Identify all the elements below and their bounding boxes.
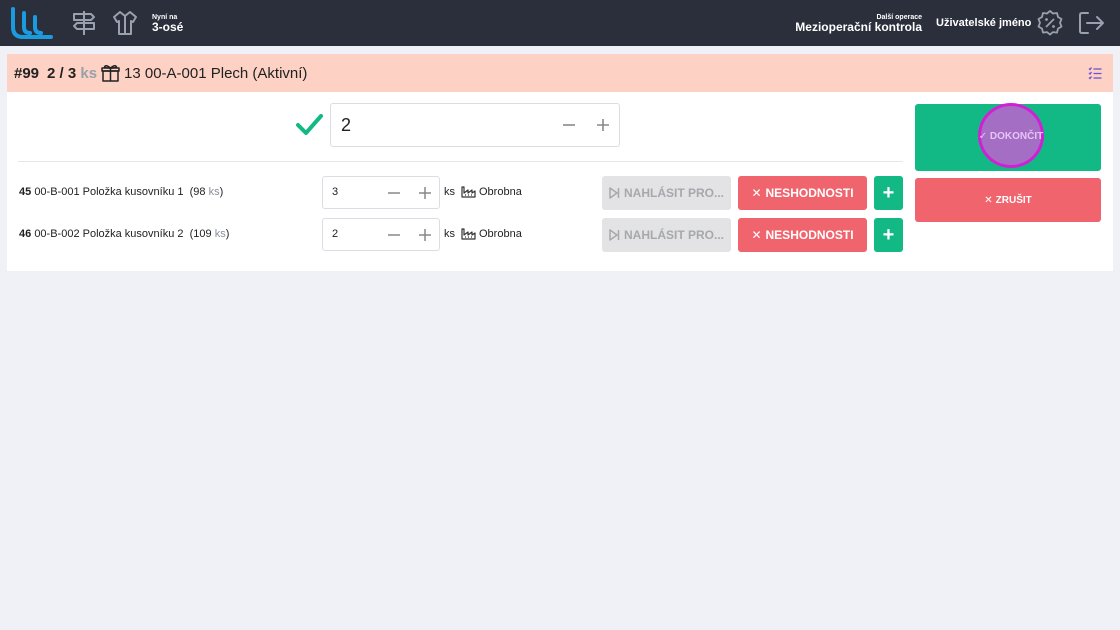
product-name: 13 00-A-001 Plech (Aktivní) xyxy=(124,65,308,82)
divider xyxy=(18,161,903,162)
bom-item-stock: (98 xyxy=(189,186,206,198)
report-problem-button[interactable]: NAHLÁSIT PRO... xyxy=(602,218,731,252)
plus-icon[interactable] xyxy=(415,183,435,203)
bom-item-stock-unit: ks xyxy=(214,228,226,240)
report-problem-label: NAHLÁSIT PRO... xyxy=(623,228,724,242)
skip-forward-icon xyxy=(609,229,620,241)
cancel-button-label: ZRUŠIT xyxy=(995,194,1032,206)
add-button[interactable]: + xyxy=(874,218,903,252)
checklist-icon[interactable] xyxy=(1088,66,1102,80)
main-quantity-input[interactable]: 2 xyxy=(330,103,620,147)
bom-item-name: 00-B-001 Položka kusovníku 1 xyxy=(34,186,184,198)
nonconformity-button[interactable]: ✕ NESHODNOSTI xyxy=(738,176,867,210)
order-quantity: 2 / 3 ks xyxy=(47,65,97,82)
order-number: #99 xyxy=(14,65,40,82)
signpost-icon[interactable] xyxy=(70,9,98,37)
plus-icon[interactable] xyxy=(593,115,613,135)
bom-item-quantity-input[interactable]: 3 xyxy=(322,176,440,209)
nonconformity-button[interactable]: ✕ NESHODNOSTI xyxy=(738,218,867,252)
skip-forward-icon xyxy=(609,187,620,199)
bom-item-stock-close: ) xyxy=(219,186,224,198)
bom-item-stock-close: ) xyxy=(225,228,230,240)
factory-icon xyxy=(461,186,476,198)
qty-separator: / xyxy=(59,65,64,82)
cancel-button[interactable]: ✕ ZRUŠIT xyxy=(915,178,1101,222)
close-icon: ✕ xyxy=(751,186,762,200)
top-bar: Nyní na 3-osé Další operace Mezioperační… xyxy=(0,0,1120,46)
minus-icon[interactable] xyxy=(384,183,404,203)
bom-item-quantity-value[interactable]: 2 xyxy=(332,228,338,240)
bom-item-unit: ks xyxy=(444,186,455,198)
settings-badge-icon[interactable] xyxy=(1036,9,1064,37)
bom-item-unit: ks xyxy=(444,228,455,240)
bom-item-quantity-value[interactable]: 3 xyxy=(332,186,338,198)
finish-button-label[interactable]: ✓ DOKONČIT xyxy=(978,131,1044,142)
confirm-check-icon[interactable] xyxy=(295,112,323,138)
bom-item-place: Obrobna xyxy=(479,228,522,240)
bom-item-name: 00-B-002 Položka kusovníku 2 xyxy=(34,228,184,240)
report-problem-label: NAHLÁSIT PRO... xyxy=(623,186,724,200)
workwear-icon[interactable] xyxy=(111,9,139,37)
plus-icon[interactable] xyxy=(415,225,435,245)
nonconformity-label: NESHODNOSTI xyxy=(765,186,854,200)
close-icon: ✕ xyxy=(984,194,993,206)
factory-icon xyxy=(461,228,476,240)
bom-item-label: 46 00-B-002 Položka kusovníku 2 (109 ks) xyxy=(19,228,229,240)
order-bar: #99 2 / 3 ks 13 00-A-001 Plech (Aktivní) xyxy=(7,54,1113,92)
report-problem-button[interactable]: NAHLÁSIT PRO... xyxy=(602,176,731,210)
package-icon xyxy=(101,64,120,82)
app-logo[interactable] xyxy=(9,7,55,39)
qty-done: 2 xyxy=(47,65,56,82)
logout-icon[interactable] xyxy=(1077,9,1105,37)
current-station-value: 3-osé xyxy=(152,20,184,34)
next-operation-value: Mezioperační kontrola xyxy=(795,20,922,34)
qty-total: 3 xyxy=(67,65,77,82)
bom-item-position: 45 xyxy=(19,186,32,198)
bom-item-stock-unit: ks xyxy=(208,186,220,198)
bom-item-stock: (109 xyxy=(189,228,212,240)
minus-icon[interactable] xyxy=(559,115,579,135)
bom-item-quantity-input[interactable]: 2 xyxy=(322,218,440,251)
username[interactable]: Uživatelské jméno xyxy=(936,17,1031,29)
close-icon: ✕ xyxy=(751,228,762,242)
add-button[interactable]: + xyxy=(874,176,903,210)
bom-item-place: Obrobna xyxy=(479,186,522,198)
minus-icon[interactable] xyxy=(384,225,404,245)
main-quantity-value[interactable]: 2 xyxy=(341,115,351,136)
bom-item-label: 45 00-B-001 Položka kusovníku 1 (98 ks) xyxy=(19,186,223,198)
nonconformity-label: NESHODNOSTI xyxy=(765,228,854,242)
bom-item-position: 46 xyxy=(19,228,32,240)
qty-unit: ks xyxy=(80,65,98,82)
